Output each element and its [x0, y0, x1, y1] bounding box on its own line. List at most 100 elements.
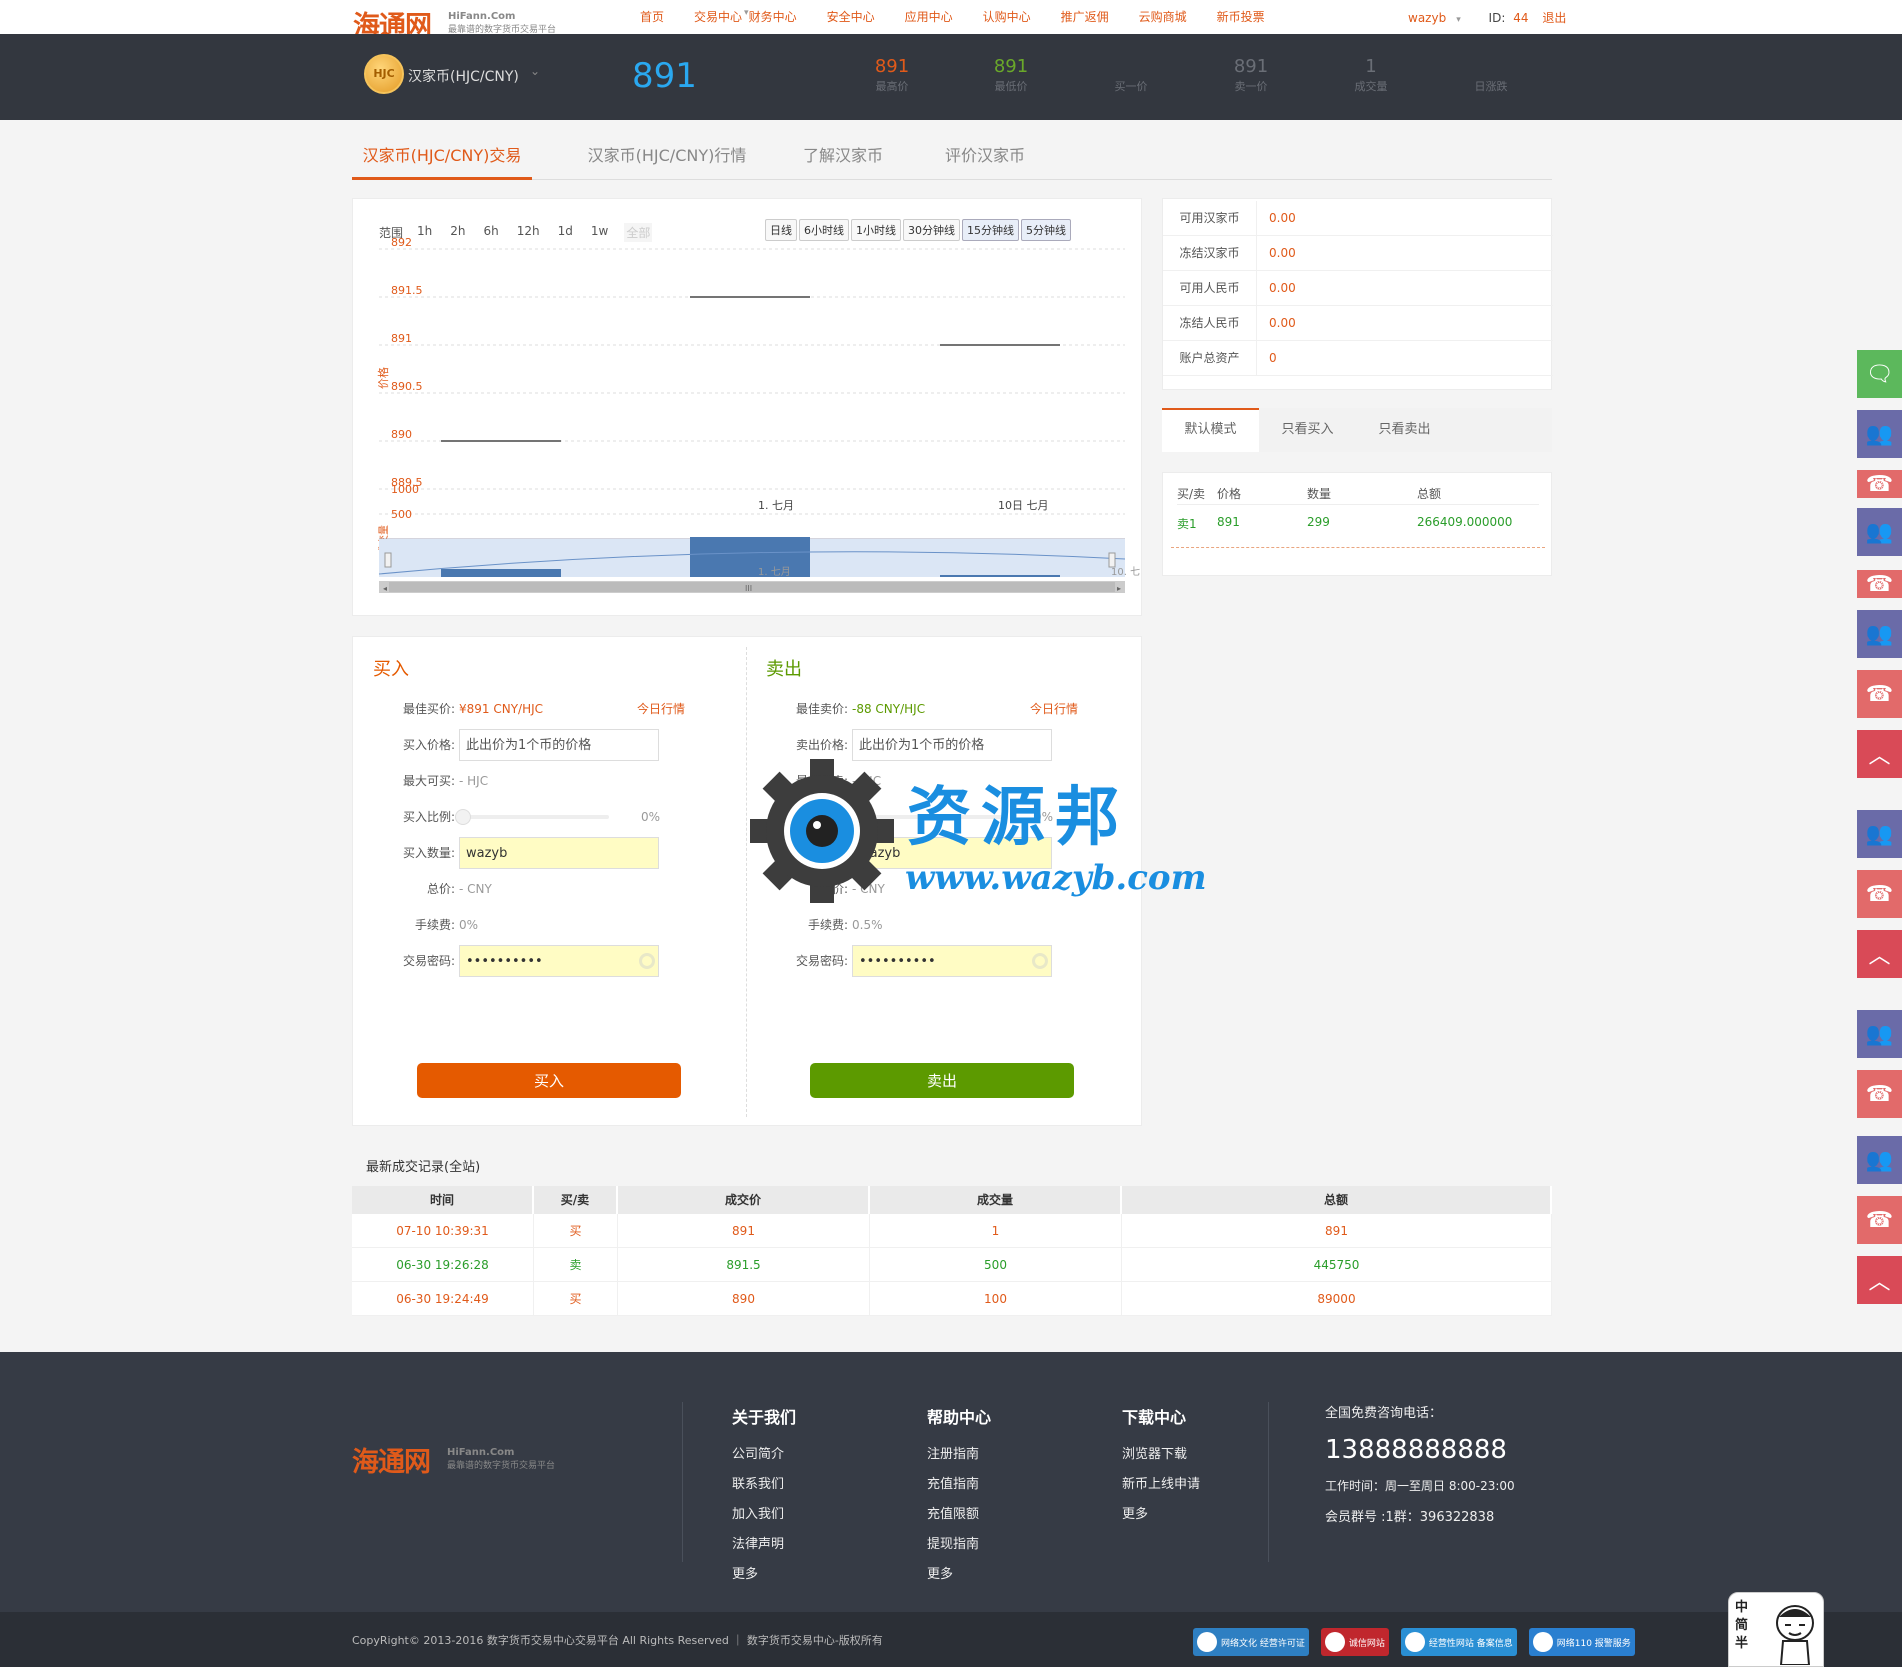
- nav-item[interactable]: 新币投票: [1217, 8, 1265, 25]
- footer-link[interactable]: 充值限额: [927, 1500, 991, 1530]
- footer-link[interactable]: 更多: [732, 1560, 796, 1590]
- buy-today-link[interactable]: 今日行情: [637, 693, 685, 725]
- footer-link[interactable]: 注册指南: [927, 1440, 991, 1470]
- volume-bar[interactable]: [441, 569, 561, 577]
- tab-1[interactable]: 汉家币(HJC/CNY)交易: [352, 140, 532, 180]
- balance-value: 0.00: [1269, 316, 1296, 330]
- navigator-handle-right[interactable]: [1108, 552, 1116, 568]
- user-float-button[interactable]: 👥: [1857, 1136, 1902, 1184]
- user-float-button[interactable]: 👥: [1857, 410, 1902, 458]
- phone-float-button[interactable]: ☎: [1857, 670, 1902, 718]
- tab-3[interactable]: 了解汉家币: [788, 140, 898, 180]
- footer-link[interactable]: 加入我们: [732, 1500, 796, 1530]
- footer-link[interactable]: 更多: [1122, 1500, 1200, 1530]
- username-link[interactable]: wazyb: [1408, 11, 1446, 25]
- divider: [682, 1402, 683, 1562]
- qq-float-button[interactable]: 🗨: [1857, 350, 1902, 398]
- nav-item[interactable]: 应用中心: [905, 8, 953, 25]
- phone-icon: ☎: [1865, 1207, 1894, 1233]
- slider-handle[interactable]: [455, 809, 471, 825]
- buy-qty-input[interactable]: [459, 837, 659, 869]
- key-icon[interactable]: [639, 953, 655, 969]
- up-float-button[interactable]: ︿: [1857, 730, 1902, 778]
- buy-price-input[interactable]: [459, 729, 659, 761]
- user-bar: wazyb ▾ ID: 44 退出: [1408, 9, 1576, 26]
- nav-item[interactable]: 财务中心: [749, 8, 797, 25]
- nav-item[interactable]: 安全中心: [827, 8, 875, 25]
- sell-button[interactable]: 卖出: [810, 1063, 1074, 1098]
- mode-tab-3[interactable]: 只看卖出: [1356, 408, 1453, 452]
- arrow-right-icon[interactable]: ▸: [1117, 584, 1121, 593]
- balance-row: 账户总资产 0: [1163, 341, 1553, 376]
- footer-link[interactable]: 浏览器下载: [1122, 1440, 1200, 1470]
- footer-link[interactable]: 提现指南: [927, 1530, 991, 1560]
- nav-item[interactable]: 首页: [640, 8, 664, 25]
- arrow-up-icon: ︿: [1868, 944, 1891, 969]
- phone-float-button[interactable]: ☎: [1857, 570, 1902, 598]
- trust-badge[interactable]: 网络110 报警服务: [1528, 1628, 1635, 1656]
- user-float-button[interactable]: 👥: [1857, 810, 1902, 858]
- tab-2[interactable]: 汉家币(HJC/CNY)行情: [557, 140, 777, 180]
- coin-selector[interactable]: 汉家币(HJC/CNY): [408, 66, 519, 86]
- sell-ratio-slider[interactable]: [848, 809, 1002, 825]
- user-float-button[interactable]: 👥: [1857, 1010, 1902, 1058]
- price-chart[interactable]: 892891.5891890.5890889.5价格1000500成交量1. 七…: [353, 199, 1143, 617]
- trust-badge[interactable]: 网络文化 经营许可证: [1193, 1628, 1309, 1656]
- volume-tick-label: 500: [391, 508, 412, 521]
- key-icon[interactable]: [1032, 953, 1048, 969]
- cell-qty: 100: [870, 1282, 1122, 1315]
- buy-qty-row: 买入数量:: [353, 837, 745, 869]
- logo[interactable]: 海通网 HiFann.Com 最靠谱的数字货币交易平台: [353, 4, 573, 42]
- trust-badge[interactable]: 经营性网站 备案信息: [1400, 1628, 1517, 1656]
- up-float-button[interactable]: ︿: [1857, 1256, 1902, 1304]
- tab-4[interactable]: 评价汉家币: [930, 140, 1040, 180]
- logout-link[interactable]: 退出: [1542, 11, 1566, 25]
- footer-link[interactable]: 更多: [927, 1560, 991, 1590]
- buy-button[interactable]: 买入: [417, 1063, 681, 1098]
- phone-float-button[interactable]: ☎: [1857, 1070, 1902, 1118]
- footer-link[interactable]: 法律声明: [732, 1530, 796, 1560]
- sell-price-input[interactable]: [852, 729, 1052, 761]
- orderbook-row[interactable]: 卖1 891 299 266409.000000: [1177, 515, 1539, 535]
- navigator-handle-left[interactable]: [384, 552, 392, 568]
- phone-float-button[interactable]: ☎: [1857, 1196, 1902, 1244]
- mode-tab-1[interactable]: 默认模式: [1162, 408, 1259, 452]
- volume-bar[interactable]: [940, 575, 1060, 577]
- buy-ratio-slider[interactable]: [455, 809, 609, 825]
- footer-link[interactable]: 公司简介: [732, 1440, 796, 1470]
- trust-badge[interactable]: 诚信网站: [1320, 1628, 1389, 1656]
- phone-float-button[interactable]: ☎: [1857, 470, 1902, 498]
- ticker-stat: 891 卖一价: [1191, 56, 1311, 94]
- sell-price-label: 卖出价格:: [795, 738, 848, 752]
- chevron-down-icon[interactable]: ⌄: [530, 64, 540, 78]
- sell-password-input[interactable]: [852, 945, 1052, 977]
- footer-link[interactable]: 联系我们: [732, 1470, 796, 1500]
- table-row[interactable]: 06-30 19:24:49 买 890 100 89000: [352, 1282, 1552, 1316]
- table-row[interactable]: 06-30 19:26:28 卖 891.5 500 445750: [352, 1248, 1552, 1282]
- mascot-widget[interactable]: 中简半: [1728, 1592, 1824, 1667]
- footer-logo[interactable]: 海通网 HiFann.Com 最靠谱的数字货币交易平台: [352, 1440, 572, 1478]
- badge-icon: [1197, 1632, 1217, 1652]
- nav-item[interactable]: 认购中心: [983, 8, 1031, 25]
- sell-today-link[interactable]: 今日行情: [1030, 693, 1078, 725]
- arrow-left-icon[interactable]: ◂: [383, 584, 387, 593]
- buy-qty-label: 买入数量:: [402, 846, 455, 860]
- buy-password-input[interactable]: [459, 945, 659, 977]
- sell-qty-input[interactable]: [852, 837, 1052, 869]
- sell-best-row: 最佳卖价: -88 CNY/HJC 今日行情: [746, 693, 1138, 725]
- nav-item[interactable]: 云购商城: [1139, 8, 1187, 25]
- table-row[interactable]: 07-10 10:39:31 买 891 1 891: [352, 1214, 1552, 1248]
- qq-icon: 🗨: [1865, 361, 1894, 387]
- phone-float-button[interactable]: ☎: [1857, 870, 1902, 918]
- up-float-button[interactable]: ︿: [1857, 930, 1902, 978]
- volume-bar[interactable]: [690, 537, 810, 577]
- mode-tab-2[interactable]: 只看买入: [1259, 408, 1356, 452]
- user-float-button[interactable]: 👥: [1857, 508, 1902, 556]
- footer-link[interactable]: 充值指南: [927, 1470, 991, 1500]
- slider-handle[interactable]: [848, 809, 864, 825]
- footer-link[interactable]: 新币上线申请: [1122, 1470, 1200, 1500]
- nav-item[interactable]: 交易中心: [694, 8, 742, 25]
- nav-item[interactable]: 推广返佣: [1061, 8, 1109, 25]
- logo-slogan: 最靠谱的数字货币交易平台: [447, 1461, 556, 1471]
- user-float-button[interactable]: 👥: [1857, 610, 1902, 658]
